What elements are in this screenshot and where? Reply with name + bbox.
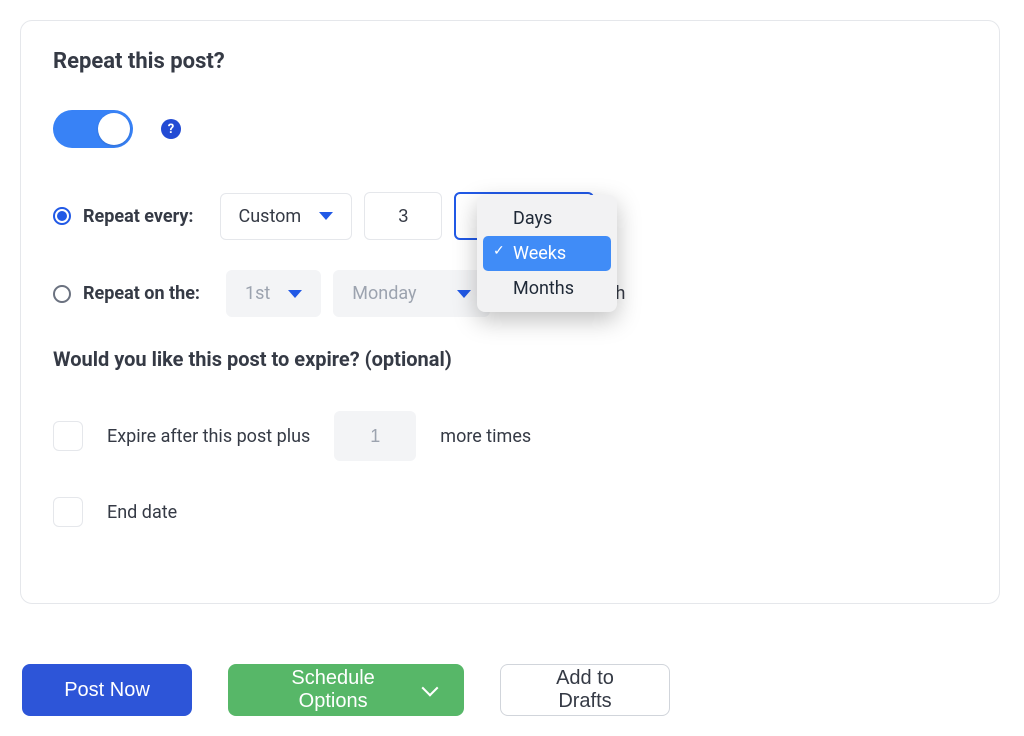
weekday-value: Monday — [352, 283, 416, 304]
unit-option-weeks[interactable]: Weeks — [483, 236, 611, 271]
repeat-count-input[interactable] — [364, 192, 442, 240]
radio-repeat-every[interactable] — [53, 207, 71, 225]
help-icon[interactable]: ? — [161, 119, 181, 139]
weekday-select[interactable]: Monday — [333, 270, 489, 317]
schedule-label: Schedule Options — [256, 667, 410, 713]
end-date-row: End date — [53, 497, 967, 527]
add-to-drafts-button[interactable]: Add to Drafts — [500, 664, 670, 716]
repeat-toggle[interactable] — [53, 110, 133, 148]
end-date-checkbox[interactable] — [53, 497, 83, 527]
caret-down-icon — [457, 290, 471, 298]
expire-after-pre: Expire after this post plus — [107, 426, 310, 447]
post-now-button[interactable]: Post Now — [22, 664, 192, 716]
unit-option-months[interactable]: Months — [483, 271, 611, 306]
chevron-down-icon — [422, 680, 439, 697]
action-row: Post Now Schedule Options Add to Drafts — [22, 664, 1004, 716]
expire-after-post: more times — [440, 426, 531, 447]
preset-select[interactable]: Custom — [220, 193, 353, 240]
repeat-on-label: Repeat on the: — [83, 283, 200, 304]
ordinal-value: 1st — [245, 283, 270, 304]
repeat-heading: Repeat this post? — [53, 49, 967, 74]
toggle-row: ? — [53, 110, 967, 148]
repeat-post-panel: Repeat this post? ? Repeat every: Custom… — [20, 20, 1000, 604]
repeat-every-label: Repeat every: — [83, 206, 194, 227]
toggle-knob — [98, 113, 130, 145]
expire-after-checkbox[interactable] — [53, 421, 83, 451]
unit-option-days[interactable]: Days — [483, 201, 611, 236]
caret-down-icon — [319, 212, 333, 220]
ordinal-select[interactable]: 1st — [226, 270, 321, 317]
schedule-options-button[interactable]: Schedule Options — [228, 664, 464, 716]
expire-count-input[interactable] — [334, 411, 416, 461]
unit-dropdown: Days Weeks Months — [477, 195, 617, 312]
caret-down-icon — [288, 290, 302, 298]
expire-heading: Would you like this post to expire? (opt… — [53, 347, 967, 371]
expire-after-row: Expire after this post plus more times — [53, 411, 967, 461]
radio-repeat-on[interactable] — [53, 285, 71, 303]
preset-value: Custom — [239, 206, 302, 227]
end-date-label: End date — [107, 502, 177, 523]
